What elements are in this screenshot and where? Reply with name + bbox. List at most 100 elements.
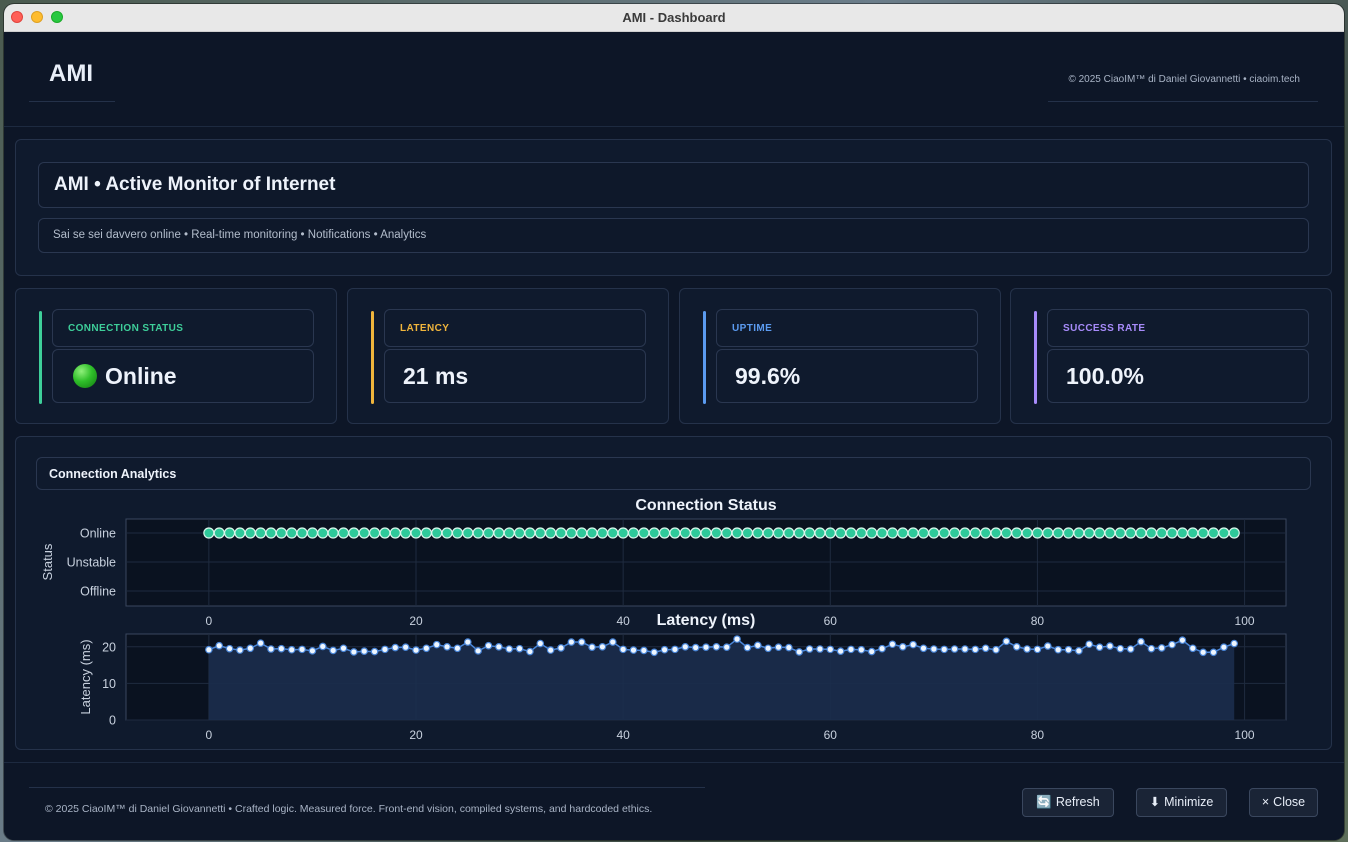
status-point: [638, 527, 650, 539]
status-point: [959, 527, 971, 539]
latency-point: [505, 645, 514, 653]
status-point: [617, 527, 629, 539]
status-point: [917, 527, 930, 539]
latency-point: [1043, 642, 1052, 650]
latency-point: [660, 645, 669, 654]
status-point: [317, 527, 329, 539]
latency-point: [267, 645, 275, 653]
status-x-tick: 80: [1031, 614, 1045, 628]
status-point: [265, 527, 277, 539]
status-point: [1156, 527, 1168, 539]
latency-x-tick: 80: [1031, 728, 1045, 742]
latency-point: [495, 643, 503, 651]
latency-point: [888, 640, 897, 649]
window-minimize-button[interactable]: [31, 11, 43, 23]
status-point: [803, 527, 816, 539]
card-connection-status: CONNECTION STATUS Online: [15, 288, 337, 424]
latency-point: [256, 639, 265, 647]
status-point: [1176, 527, 1189, 539]
status-point: [824, 527, 836, 539]
latency-point: [919, 644, 928, 653]
status-point: [835, 527, 847, 539]
status-point: [545, 527, 557, 539]
latency-point: [764, 644, 772, 653]
status-chart-title: Connection Status: [635, 497, 776, 514]
status-point: [897, 527, 909, 539]
status-point: [472, 527, 484, 539]
latency-x-tick: 60: [824, 728, 838, 742]
analytics-panel[interactable]: Connection Analytics 0 20 40 60 80 100 Offline…: [15, 436, 1332, 750]
status-point: [534, 527, 546, 539]
latency-x-tick: 100: [1235, 728, 1255, 742]
status-y-tick: Offline: [80, 585, 116, 599]
status-point: [1052, 527, 1064, 539]
latency-point: [733, 635, 741, 643]
close-label: Close: [1273, 795, 1306, 809]
latency-point: [681, 643, 690, 651]
latency-point: [246, 644, 255, 653]
status-point: [1197, 527, 1209, 539]
latency-point: [567, 638, 576, 646]
latency-point: [608, 638, 617, 646]
status-point: [1093, 527, 1106, 539]
latency-point: [546, 646, 555, 654]
latency-y-tick: 20: [102, 640, 116, 654]
card-label: SUCCESS RATE: [1047, 309, 1309, 347]
latency-point: [215, 641, 224, 650]
status-point: [1207, 527, 1220, 539]
window-maximize-button[interactable]: [51, 11, 63, 23]
status-point: [752, 527, 764, 539]
hero-title: AMI • Active Monitor of Internet: [38, 162, 1309, 208]
status-point: [565, 527, 577, 539]
latency-point: [743, 643, 752, 652]
latency-point: [598, 643, 607, 651]
status-point: [938, 527, 950, 539]
analytics-charts: 0 20 40 60 80 100OfflineUnstableOnlineConnect…: [40, 497, 1287, 750]
latency-point: [205, 645, 213, 654]
status-point: [948, 527, 961, 539]
latency-point: [867, 647, 876, 656]
latency-point: [836, 647, 845, 656]
status-point: [1042, 527, 1054, 539]
title-bar[interactable]: AMI - Dashboard: [4, 4, 1344, 32]
status-point: [513, 527, 526, 539]
latency-point: [484, 641, 493, 650]
status-y-tick: Unstable: [67, 556, 116, 570]
latency-point: [619, 645, 627, 654]
latency-point: [940, 645, 949, 654]
latency-point: [453, 644, 462, 653]
latency-point: [826, 645, 835, 654]
status-point: [1166, 527, 1178, 539]
close-button[interactable]: × Close: [1249, 788, 1318, 817]
latency-point: [816, 645, 824, 653]
latency-x-tick: 20: [409, 728, 423, 742]
status-point: [876, 527, 888, 539]
status-point: [980, 527, 992, 539]
latency-point: [1230, 639, 1239, 648]
status-x-tick: 40: [616, 614, 630, 628]
refresh-button[interactable]: 🔄 Refresh: [1022, 788, 1114, 817]
latency-point: [1209, 648, 1218, 657]
status-point: [969, 527, 981, 539]
latency-point: [308, 647, 317, 655]
latency-x-axis-label: Check #: [682, 747, 730, 750]
minimize-button[interactable]: ⬇ Minimize: [1136, 788, 1227, 817]
latency-y-tick: 0: [109, 714, 116, 728]
latency-point: [785, 643, 793, 652]
latency-point: [1075, 647, 1083, 655]
latency-point: [930, 645, 938, 653]
status-point: [586, 527, 598, 539]
status-point: [648, 527, 660, 539]
status-point: [866, 527, 878, 539]
status-point: [1145, 527, 1157, 539]
status-point: [627, 527, 640, 539]
window-close-button[interactable]: [11, 11, 23, 23]
status-point: [389, 527, 401, 539]
status-point: [420, 527, 432, 539]
latency-point: [671, 645, 679, 654]
latency-point: [898, 643, 907, 651]
status-point: [503, 527, 515, 539]
status-point: [368, 527, 381, 539]
latency-point: [640, 646, 648, 655]
latency-point: [805, 645, 814, 653]
